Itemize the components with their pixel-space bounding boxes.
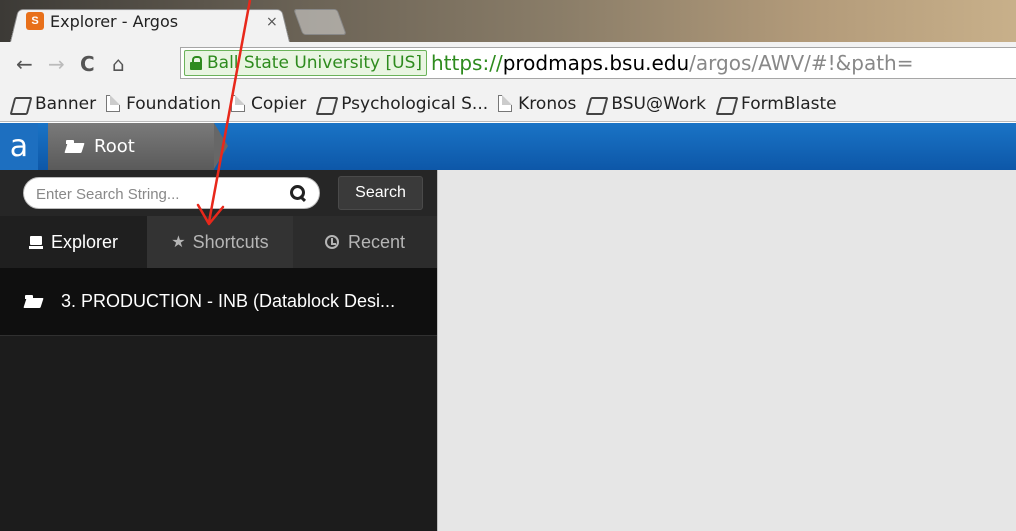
bookmark-label: FormBlaste: [741, 93, 837, 114]
tab-title: Explorer - Argos: [50, 11, 179, 31]
search-button[interactable]: Search: [338, 176, 423, 210]
tree-item-folder[interactable]: 3. PRODUCTION - INB (Datablock Desi...: [0, 268, 437, 336]
argos-icon: [316, 96, 336, 112]
browser-tabstrip: S Explorer - Argos ×: [0, 0, 1016, 42]
page-icon: [230, 95, 245, 112]
tab-close-icon[interactable]: ×: [266, 14, 278, 30]
sidebar-tabs: Explorer ★ Shortcuts Recent: [0, 216, 437, 268]
argos-icon: [586, 96, 606, 112]
explorer-icon: [28, 235, 43, 249]
breadcrumb-root-label: Root: [94, 136, 135, 157]
bookmark-kronos[interactable]: Kronos: [498, 94, 576, 114]
bookmark-label: Psychological S...: [341, 93, 489, 114]
search-icon[interactable]: [290, 185, 306, 201]
reload-icon[interactable]: C: [80, 52, 95, 76]
argos-icon: [10, 96, 30, 112]
url-host: prodmaps.bsu.edu: [502, 51, 690, 75]
bookmark-formblaster[interactable]: FormBlaste: [716, 94, 837, 114]
page-icon: [498, 95, 513, 112]
app-header: a Root: [0, 123, 1016, 170]
folder-open-icon: [66, 140, 84, 153]
ev-org-label: Ball State University [US]: [207, 53, 422, 73]
bookmark-bsu-work[interactable]: BSU@Work: [586, 94, 706, 114]
tab-explorer[interactable]: Explorer: [0, 216, 147, 268]
tree-item-label: 3. PRODUCTION - INB (Datablock Desi...: [61, 291, 396, 311]
tab-recent[interactable]: Recent: [293, 216, 437, 268]
bookmark-label: Foundation: [126, 93, 221, 114]
clock-icon: [324, 235, 339, 249]
folder-open-icon: [25, 295, 43, 308]
ev-certificate-badge[interactable]: Ball State University [US]: [184, 50, 427, 76]
bookmark-label: BSU@Work: [611, 93, 707, 114]
bookmark-copier[interactable]: Copier: [230, 93, 307, 114]
argos-icon: [716, 96, 736, 112]
bookmarks-bar: Banner Foundation Copier Psychological S…: [0, 86, 1016, 122]
search-row: Search: [0, 170, 437, 216]
url-text[interactable]: https://prodmaps.bsu.edu/argos/AWV/#!&pa…: [431, 51, 914, 75]
breadcrumb-root[interactable]: Root: [48, 123, 228, 170]
argos-logo[interactable]: a: [0, 123, 38, 170]
browser-toolbar: ← → C ⌂ Ball State University [US] https…: [0, 42, 1016, 86]
new-tab-button[interactable]: [293, 9, 347, 35]
tab-shortcuts-label: Shortcuts: [192, 231, 269, 252]
explorer-sidebar: Search Explorer ★ Shortcuts Recent 3. PR…: [0, 170, 437, 531]
main-content-panel: [437, 170, 1016, 531]
page-icon: [106, 95, 121, 112]
tab-recent-label: Recent: [347, 231, 406, 252]
argos-favicon-icon: S: [26, 12, 44, 30]
browser-tab-content: S Explorer - Argos: [26, 9, 178, 33]
address-bar[interactable]: Ball State University [US] https://prodm…: [180, 47, 1016, 79]
bookmark-label: Banner: [35, 93, 97, 114]
home-icon[interactable]: ⌂: [112, 52, 125, 76]
bookmark-banner[interactable]: Banner: [10, 94, 96, 114]
search-box[interactable]: [23, 177, 320, 209]
bookmark-foundation[interactable]: Foundation: [106, 94, 221, 114]
search-input[interactable]: [36, 184, 276, 204]
url-scheme: https://: [431, 51, 503, 75]
bookmark-label: Kronos: [518, 93, 577, 114]
lock-icon: [189, 56, 203, 70]
url-path: /argos/AWV/#!&path=: [689, 51, 914, 75]
forward-arrow-icon[interactable]: →: [48, 52, 65, 76]
star-icon: ★: [171, 234, 186, 251]
back-arrow-icon[interactable]: ←: [16, 52, 33, 76]
bookmark-psychological[interactable]: Psychological S...: [316, 94, 488, 114]
tab-explorer-label: Explorer: [50, 231, 119, 252]
bookmark-label: Copier: [250, 93, 307, 114]
tab-shortcuts[interactable]: ★ Shortcuts: [147, 216, 293, 268]
